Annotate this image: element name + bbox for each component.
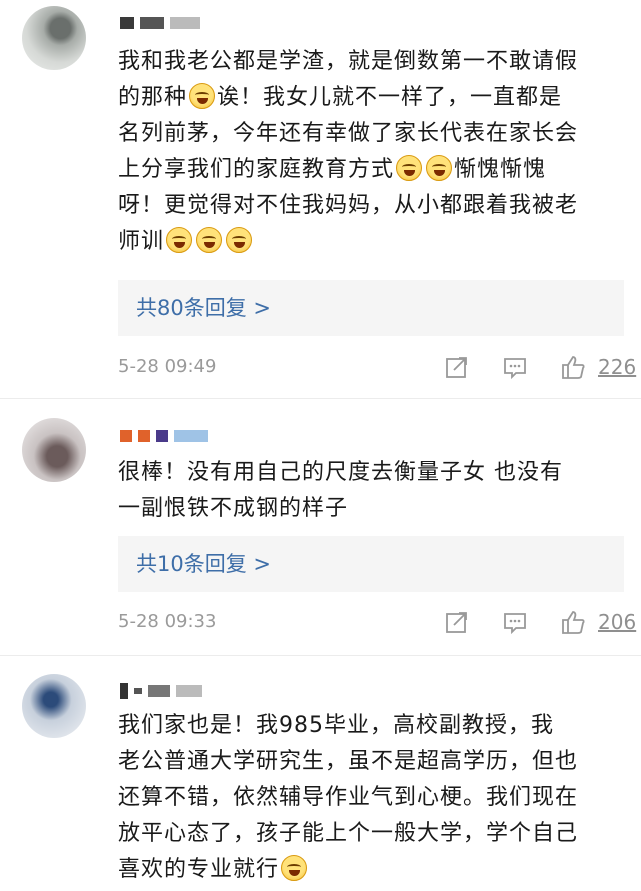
view-replies-button[interactable]: 共80条回复 > [118, 280, 624, 336]
laughing-crying-emoji-icon [281, 855, 308, 881]
comment-line: 放平心态了，孩子能上个一般大学，学个自己 [118, 821, 579, 846]
laughing-crying-emoji-icon [226, 227, 253, 253]
thumbs-up-icon[interactable] [560, 609, 586, 635]
comment-line: 师训 [118, 224, 618, 260]
username-blurred[interactable] [120, 425, 214, 447]
comment-line: 很棒！没有用自己的尺度去衡量子女 也没有 [118, 460, 563, 485]
like-count[interactable]: 226 [598, 352, 636, 382]
comment-icon[interactable] [502, 354, 528, 380]
share-icon[interactable] [444, 354, 470, 380]
comment-line: 我们家也是！我985毕业，高校副教授，我 [118, 713, 554, 738]
comment-line: 老公普通大学研究生，虽不是超高学历，但也 [118, 749, 579, 774]
comment-icon[interactable] [502, 609, 528, 635]
comment-line: 的那种 诶！我女儿就不一样了，一直都是 [118, 83, 563, 110]
timestamp: 5-28 09:49 [118, 356, 217, 377]
like-count[interactable]: 206 [598, 607, 636, 637]
view-replies-button[interactable]: 共10条回复 > [118, 536, 624, 592]
timestamp: 5-28 09:33 [118, 611, 217, 632]
username-blurred[interactable] [120, 12, 206, 34]
comment-meta: 5-28 09:33 206 [118, 607, 638, 637]
username-blurred[interactable] [120, 680, 208, 702]
laughing-crying-emoji-icon [166, 227, 193, 253]
comment-line: 呀！更觉得对不住我妈妈，从小都跟着我被老 [118, 193, 579, 218]
comment-line: 我和我老公都是学渣，就是倒数第一不敢请假 [118, 49, 579, 74]
laughing-crying-emoji-icon [196, 227, 223, 253]
comment-line: 一副恨铁不成钢的样子 [118, 496, 349, 521]
comment-line: 喜欢的专业就行 [118, 852, 618, 888]
comment-text: 我们家也是！我985毕业，高校副教授，我 老公普通大学研究生，虽不是超高学历，但… [118, 708, 618, 888]
comment-text: 很棒！没有用自己的尺度去衡量子女 也没有 一副恨铁不成钢的样子 [118, 455, 618, 527]
comment-line: 上分享我们的家庭教育方式 惭愧惭愧 [118, 155, 547, 182]
divider [0, 655, 641, 656]
share-icon[interactable] [444, 609, 470, 635]
comment-line: 还算不错，依然辅导作业气到心梗。我们现在 [118, 785, 579, 810]
divider [0, 398, 641, 399]
comment-meta: 5-28 09:49 226 [118, 352, 638, 382]
laughing-crying-emoji-icon [396, 155, 423, 181]
thumbs-up-icon[interactable] [560, 354, 586, 380]
comment-text: 我和我老公都是学渣，就是倒数第一不敢请假 的那种 诶！我女儿就不一样了，一直都是 … [118, 44, 618, 260]
laughing-crying-emoji-icon [426, 155, 453, 181]
laughing-crying-emoji-icon [189, 83, 216, 109]
avatar[interactable] [22, 6, 86, 70]
avatar[interactable] [22, 418, 86, 482]
comment-line: 名列前茅，今年还有幸做了家长代表在家长会 [118, 121, 579, 146]
avatar[interactable] [22, 674, 86, 738]
